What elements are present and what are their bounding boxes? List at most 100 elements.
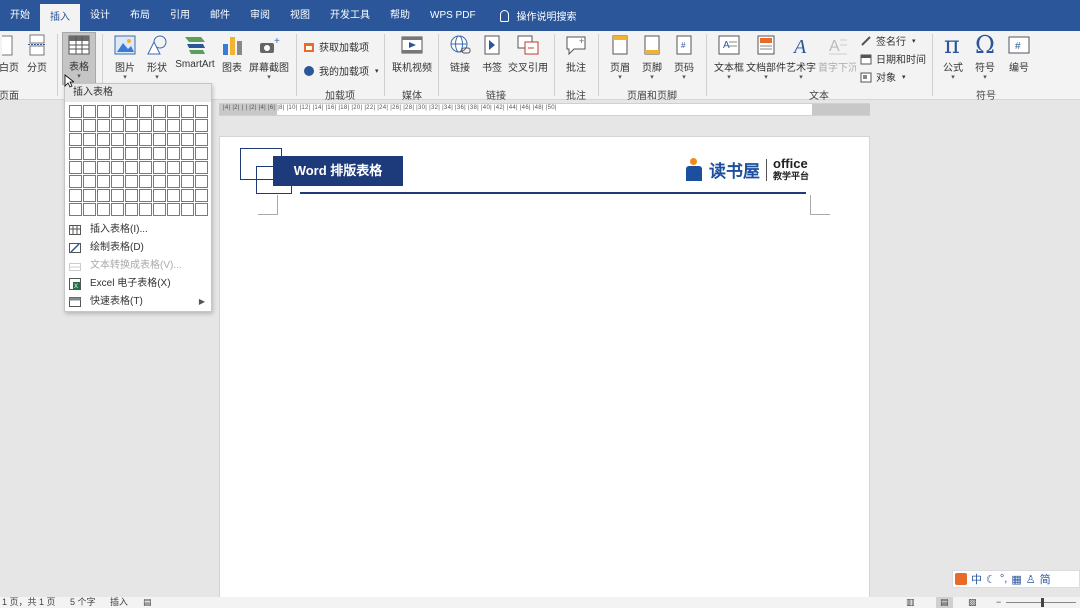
quick-parts-button[interactable]: 文档部件 ▾ [746,34,786,81]
tab-layout[interactable]: 布局 [120,0,160,31]
table-size-cell[interactable] [69,133,82,146]
wordart-button[interactable]: A 艺术字 ▾ [786,34,816,81]
table-size-cell[interactable] [69,105,82,118]
table-size-cell[interactable] [97,147,110,160]
numbering-button[interactable]: # 编号 [1004,34,1034,74]
table-size-cell[interactable] [111,133,124,146]
tab-design[interactable]: 设计 [80,0,120,31]
tab-mailings[interactable]: 邮件 [200,0,240,31]
ime-simplified-mode[interactable]: 简 [1040,571,1051,587]
online-video-button[interactable]: 联机视频 [390,34,434,74]
table-size-cell[interactable] [181,119,194,132]
table-size-cell[interactable] [69,203,82,216]
page-break-button[interactable]: 分页 [24,34,50,74]
ime-chinese-mode[interactable]: 中 [971,571,982,587]
table-size-cell[interactable] [83,133,96,146]
signature-line-button[interactable]: 签名行 ▾ [860,33,916,48]
table-size-cell[interactable] [167,161,180,174]
table-size-cell[interactable] [139,105,152,118]
tab-insert[interactable]: 插入 [40,4,80,31]
table-size-cell[interactable] [195,175,208,188]
table-size-cell[interactable] [195,119,208,132]
table-size-cell[interactable] [195,203,208,216]
table-size-cell[interactable] [153,161,166,174]
cross-reference-button[interactable]: 交叉引用 [508,34,548,74]
symbol-button[interactable]: Ω 符号 ▾ [970,32,1000,81]
footer-button[interactable]: 页脚 ▾ [638,34,666,81]
table-size-cell[interactable] [195,147,208,160]
table-size-cell[interactable] [83,203,96,216]
bookmark-button[interactable]: 书签 [480,34,504,74]
horizontal-ruler[interactable]: |4| |2| | | |2| |4| |6| |8| |10| |12| |1… [219,103,870,116]
tell-me-search[interactable]: 操作说明搜索 [499,8,577,23]
table-size-cell[interactable] [111,175,124,188]
table-size-cell[interactable] [97,161,110,174]
object-button[interactable]: 对象 ▾ [860,69,906,84]
table-size-cell[interactable] [167,119,180,132]
table-size-cell[interactable] [181,189,194,202]
table-size-cell[interactable] [181,105,194,118]
tab-help[interactable]: 帮助 [380,0,420,31]
textbox-button[interactable]: A 文本框 ▾ [712,34,746,81]
table-size-cell[interactable] [153,189,166,202]
draw-table-menu-item[interactable]: 绘制表格(D) [65,239,211,257]
table-size-cell[interactable] [125,161,138,174]
table-size-cell[interactable] [139,133,152,146]
text-to-table-menu-item[interactable]: 文本转换成表格(V)... [65,257,211,275]
zoom-out-icon[interactable]: − [996,597,1001,608]
table-size-cell[interactable] [111,203,124,216]
tab-developer[interactable]: 开发工具 [320,0,380,31]
table-size-cell[interactable] [167,203,180,216]
table-size-cell[interactable] [97,133,110,146]
dropcap-button[interactable]: A 首字下沉 [818,34,856,74]
quick-tables-menu-item[interactable]: 快速表格(T) ▶ [65,293,211,311]
table-size-cell[interactable] [125,203,138,216]
table-size-cell[interactable] [111,161,124,174]
table-size-cell[interactable] [97,203,110,216]
table-size-cell[interactable] [153,105,166,118]
table-size-cell[interactable] [153,133,166,146]
table-size-cell[interactable] [153,119,166,132]
table-size-cell[interactable] [125,133,138,146]
table-size-cell[interactable] [83,147,96,160]
table-size-cell[interactable] [125,147,138,160]
table-size-cell[interactable] [111,147,124,160]
table-size-cell[interactable] [167,189,180,202]
insert-table-menu-item[interactable]: 插入表格(I)... [65,221,211,239]
table-size-cell[interactable] [111,105,124,118]
table-size-cell[interactable] [167,175,180,188]
my-addins-button[interactable]: 我的加载项 ▾ [303,63,379,78]
table-size-cell[interactable] [83,105,96,118]
table-size-cell[interactable] [195,161,208,174]
table-size-cell[interactable] [97,175,110,188]
table-size-cell[interactable] [167,133,180,146]
smartart-button[interactable]: SmartArt [173,34,217,70]
table-size-cell[interactable] [69,119,82,132]
screenshot-button[interactable]: + 屏幕截图 ▾ [248,34,290,81]
table-size-cell[interactable] [181,133,194,146]
table-size-cell[interactable] [125,175,138,188]
excel-spreadsheet-menu-item[interactable]: X Excel 电子表格(X) [65,275,211,293]
insert-mode[interactable]: 插入 [110,597,128,608]
table-size-cell[interactable] [139,147,152,160]
table-size-cell[interactable] [83,175,96,188]
zoom-slider-thumb[interactable] [1041,598,1044,607]
table-size-cell[interactable] [181,161,194,174]
table-size-cell[interactable] [83,189,96,202]
date-time-button[interactable]: 日期和时间 [860,51,926,66]
table-size-cell[interactable] [111,189,124,202]
table-size-cell[interactable] [139,175,152,188]
equation-button[interactable]: π 公式 ▾ [938,32,968,81]
table-size-cell[interactable] [69,147,82,160]
chart-button[interactable]: 图表 [220,34,244,74]
table-size-cell[interactable] [97,189,110,202]
keyboard-icon[interactable]: ▦ [1011,573,1021,586]
table-size-cell[interactable] [69,161,82,174]
blank-page-button[interactable]: 白页 [0,34,20,74]
print-layout-icon[interactable]: ▤ [936,597,953,608]
web-layout-icon[interactable]: ▧ [968,597,977,608]
pictures-button[interactable]: 图片 ▾ [110,34,140,81]
table-size-cell[interactable] [195,105,208,118]
tab-references[interactable]: 引用 [160,0,200,31]
read-mode-icon[interactable]: ▥ [906,597,915,608]
